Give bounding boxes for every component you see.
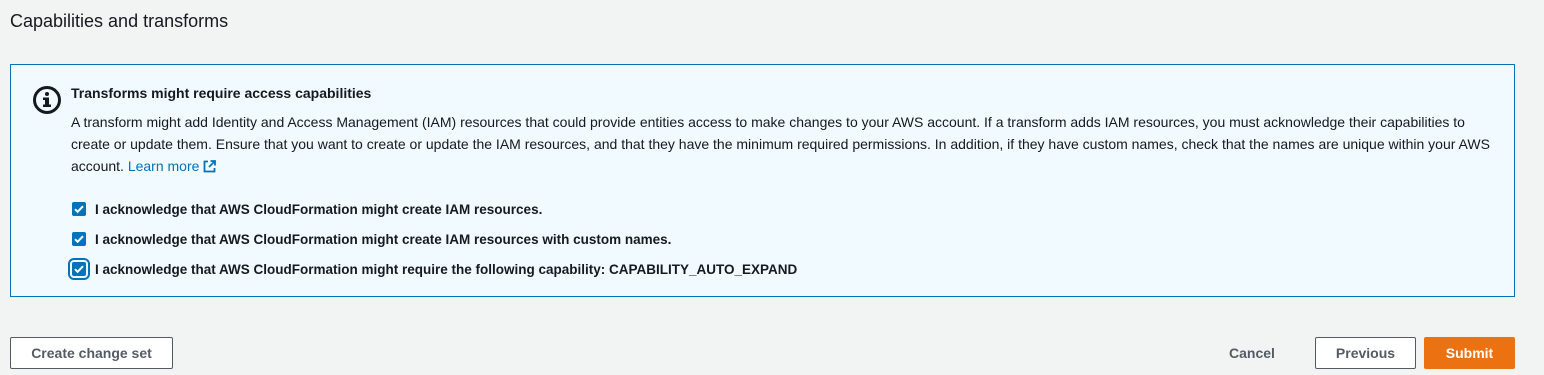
alert-body-text: A transform might add Identity and Acces… — [71, 114, 1490, 174]
previous-button[interactable]: Previous — [1315, 337, 1416, 369]
ack-row-iam: I acknowledge that AWS CloudFormation mi… — [71, 198, 542, 220]
ack-label-custom-names: I acknowledge that AWS CloudFormation mi… — [95, 231, 672, 247]
external-link-icon — [203, 157, 217, 179]
alert-body: A transform might add Identity and Acces… — [71, 111, 1501, 179]
create-change-set-button[interactable]: Create change set — [10, 337, 173, 369]
alert-title: Transforms might require access capabili… — [71, 85, 372, 101]
ack-label-auto-expand: I acknowledge that AWS CloudFormation mi… — [95, 261, 798, 277]
learn-more-link[interactable]: Learn more — [128, 158, 217, 174]
submit-button[interactable]: Submit — [1424, 337, 1515, 369]
checkmark-icon — [74, 235, 84, 244]
cancel-button[interactable]: Cancel — [1222, 337, 1282, 369]
ack-checkbox-iam[interactable] — [72, 202, 86, 216]
info-alert: Transforms might require access capabili… — [10, 64, 1515, 297]
ack-row-custom-names: I acknowledge that AWS CloudFormation mi… — [71, 228, 671, 250]
info-icon — [32, 85, 62, 115]
ack-row-auto-expand: I acknowledge that AWS CloudFormation mi… — [68, 258, 798, 280]
ack-checkbox-custom-names[interactable] — [72, 232, 86, 246]
checkmark-icon — [74, 265, 84, 274]
section-title: Capabilities and transforms — [10, 11, 229, 31]
learn-more-label: Learn more — [127, 158, 200, 174]
checkmark-icon — [74, 205, 84, 214]
ack-label-iam: I acknowledge that AWS CloudFormation mi… — [95, 201, 543, 217]
ack-checkbox-auto-expand[interactable] — [68, 258, 90, 280]
